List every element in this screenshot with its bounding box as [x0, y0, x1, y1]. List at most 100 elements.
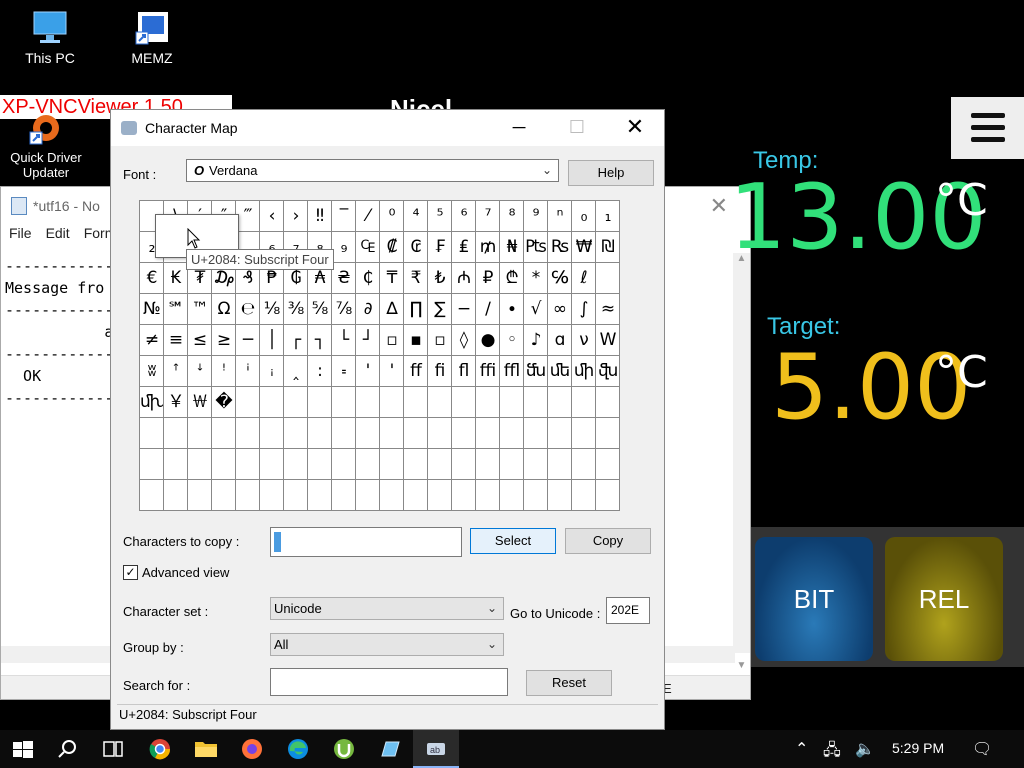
character-cell[interactable]: ∂	[356, 294, 380, 325]
character-cell[interactable]	[140, 449, 164, 480]
character-cell[interactable]: ₡	[380, 232, 404, 263]
character-cell[interactable]	[524, 480, 548, 511]
character-cell[interactable]	[572, 480, 596, 511]
character-cell[interactable]	[284, 480, 308, 511]
character-cell[interactable]: ﬁ	[428, 356, 452, 387]
character-cell[interactable]	[452, 387, 476, 418]
character-cell[interactable]: ≈	[596, 294, 620, 325]
maximize-button[interactable]: ☐	[547, 110, 607, 146]
character-cell[interactable]	[572, 449, 596, 480]
character-cell[interactable]	[332, 480, 356, 511]
character-cell[interactable]	[596, 480, 620, 511]
character-cell[interactable]: ꜞ	[236, 356, 260, 387]
character-cell[interactable]	[500, 387, 524, 418]
search-input[interactable]	[270, 668, 508, 696]
character-cell[interactable]: ℅	[548, 263, 572, 294]
close-icon[interactable]: ✕	[710, 193, 728, 219]
hamburger-menu-button[interactable]	[951, 97, 1024, 159]
character-cell[interactable]	[596, 387, 620, 418]
character-cell[interactable]: ⁄	[356, 201, 380, 232]
character-cell[interactable]: ₪	[596, 232, 620, 263]
help-button[interactable]: Help	[568, 160, 654, 186]
taskbar-edge[interactable]	[275, 730, 321, 768]
character-cell[interactable]	[428, 480, 452, 511]
character-cell[interactable]	[284, 449, 308, 480]
character-cell[interactable]	[452, 449, 476, 480]
character-cell[interactable]: ￦	[188, 387, 212, 418]
character-cell[interactable]: ꞉	[308, 356, 332, 387]
character-map-window[interactable]: Character Map ─ ☐ ✕ Font : O Verdana ⌄ H…	[110, 109, 665, 730]
character-cell[interactable]	[428, 418, 452, 449]
minimize-button[interactable]: ─	[489, 110, 549, 146]
character-cell[interactable]: ⁿ	[548, 201, 572, 232]
group-by-dropdown[interactable]: All ⌄	[270, 633, 504, 656]
character-cell[interactable]: ∙	[500, 294, 524, 325]
character-cell[interactable]: ɑ	[548, 325, 572, 356]
character-cell[interactable]	[236, 480, 260, 511]
character-cell[interactable]	[260, 449, 284, 480]
character-cell[interactable]	[308, 418, 332, 449]
character-cell[interactable]: ₀	[572, 201, 596, 232]
character-cell[interactable]: ⁵	[428, 201, 452, 232]
advanced-view-checkbox[interactable]: ✓	[123, 565, 138, 580]
font-dropdown[interactable]: O Verdana ⌄	[186, 159, 559, 182]
notification-icon[interactable]: 🗨	[972, 739, 992, 759]
character-cell[interactable]	[332, 387, 356, 418]
character-cell[interactable]: √	[524, 294, 548, 325]
character-cell[interactable]: ┐	[308, 325, 332, 356]
character-cell[interactable]: ⅜	[284, 294, 308, 325]
character-cell[interactable]	[548, 480, 572, 511]
character-cell[interactable]: ⁷	[476, 201, 500, 232]
character-cell[interactable]: �	[212, 387, 236, 418]
character-cell[interactable]	[308, 480, 332, 511]
character-cell[interactable]	[428, 387, 452, 418]
character-cell[interactable]: ₸	[380, 263, 404, 294]
character-cell[interactable]: ₴	[332, 263, 356, 294]
character-cell[interactable]: Ω	[212, 294, 236, 325]
character-cell[interactable]	[452, 480, 476, 511]
character-cell[interactable]: ┘	[356, 325, 380, 356]
character-cell[interactable]	[164, 449, 188, 480]
character-cell[interactable]: ⅞	[332, 294, 356, 325]
desktop-icon-quick-driver-updater[interactable]: Quick Driver Updater	[4, 110, 88, 180]
character-cell[interactable]: ▫	[380, 325, 404, 356]
character-cell[interactable]: ›	[284, 201, 308, 232]
character-cell[interactable]: ℠	[164, 294, 188, 325]
character-cell[interactable]: ﬖ	[596, 356, 620, 387]
taskbar-notepad[interactable]	[367, 730, 413, 768]
character-cell[interactable]: ∞	[548, 294, 572, 325]
desktop-icon-this-pc[interactable]: This PC	[8, 10, 92, 66]
chevron-up-icon[interactable]: ⌃	[795, 739, 808, 759]
close-button[interactable]: ✕	[605, 110, 665, 146]
character-cell[interactable]	[236, 387, 260, 418]
notepad-text-area[interactable]: ------------ Message fro ------------ a …	[5, 257, 115, 577]
character-cell[interactable]: ₹	[404, 263, 428, 294]
character-cell[interactable]	[332, 418, 356, 449]
character-cell[interactable]	[164, 418, 188, 449]
character-cell[interactable]: ─	[236, 325, 260, 356]
character-cell[interactable]	[140, 418, 164, 449]
character-cell[interactable]: ₁	[596, 201, 620, 232]
volume-icon[interactable]: 🔈	[855, 739, 875, 759]
character-cell[interactable]	[572, 387, 596, 418]
character-cell[interactable]	[188, 449, 212, 480]
character-cell[interactable]	[500, 480, 524, 511]
character-cell[interactable]	[212, 449, 236, 480]
character-cell[interactable]	[260, 387, 284, 418]
taskbar-chrome[interactable]	[137, 730, 183, 768]
character-cell[interactable]	[500, 449, 524, 480]
taskbar-file-explorer[interactable]	[183, 730, 229, 768]
character-cell[interactable]: ⁸	[500, 201, 524, 232]
character-cell[interactable]: ≡	[164, 325, 188, 356]
menu-edit[interactable]: Edit	[46, 225, 70, 249]
character-cell[interactable]: ◦	[500, 325, 524, 356]
chars-to-copy-input[interactable]	[270, 527, 462, 557]
character-cell[interactable]: ₽	[476, 263, 500, 294]
character-cell[interactable]	[404, 480, 428, 511]
rel-button[interactable]: REL	[885, 537, 1003, 661]
character-cell[interactable]: ‾	[332, 201, 356, 232]
character-cell[interactable]: ▪	[404, 325, 428, 356]
character-cell[interactable]: ﬃ	[476, 356, 500, 387]
character-cell[interactable]	[140, 480, 164, 511]
character-cell[interactable]: ﬔ	[548, 356, 572, 387]
